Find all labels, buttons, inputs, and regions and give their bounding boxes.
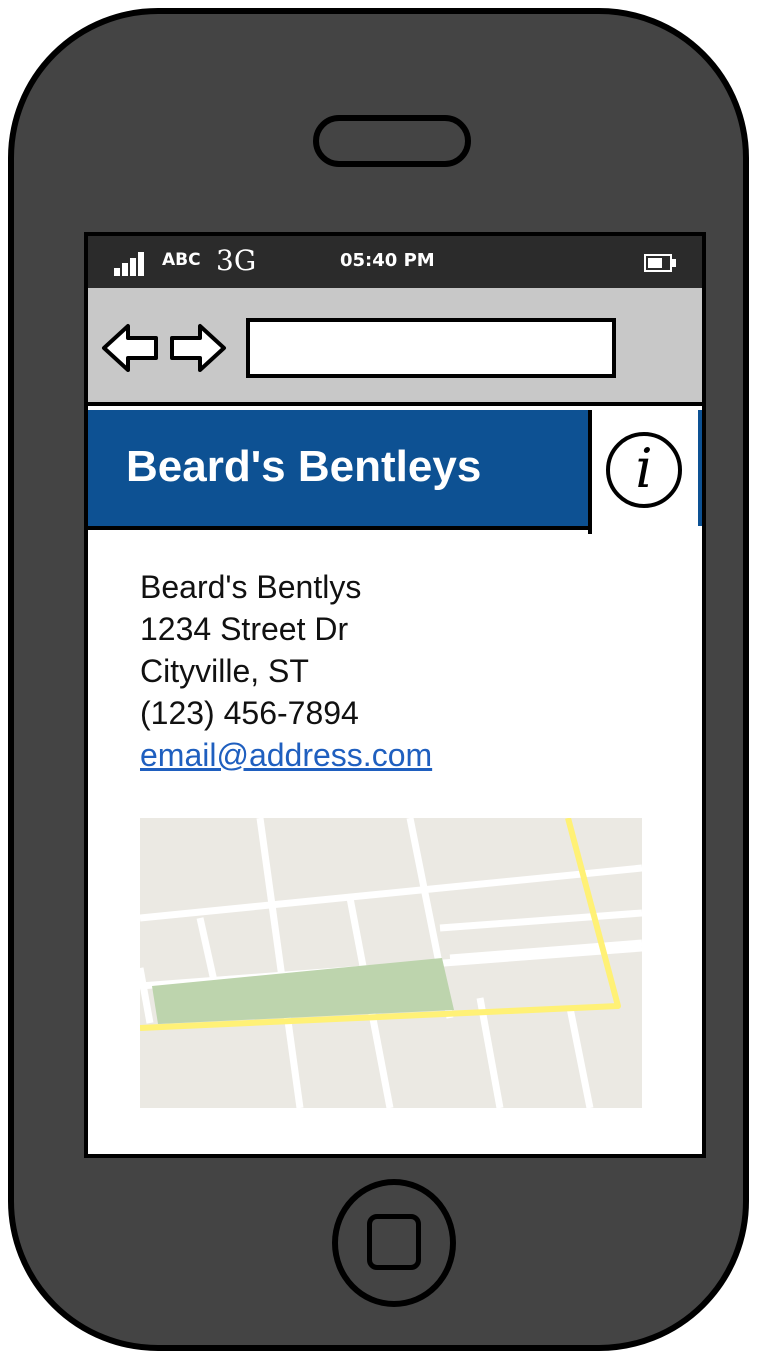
url-input[interactable] [246, 318, 616, 378]
contact-block: Beard's Bentlys 1234 Street Dr Cityville… [140, 566, 432, 776]
back-arrow-icon[interactable] [100, 318, 160, 378]
phone-frame: ABC 3G 05:40 PM Beard's Bentleys i Beard… [8, 8, 749, 1351]
status-clock: 05:40 PM [340, 250, 435, 271]
speaker-slot [313, 115, 471, 167]
battery-icon [644, 254, 672, 272]
city-state: Cityville, ST [140, 653, 309, 689]
browser-toolbar [88, 288, 702, 406]
site-title: Beard's Bentleys [126, 442, 482, 491]
map-image[interactable] [140, 818, 642, 1108]
home-button[interactable] [332, 1179, 456, 1307]
street-address: 1234 Street Dr [140, 611, 349, 647]
signal-icon [114, 252, 152, 276]
site-header: Beard's Bentleys [88, 410, 588, 530]
status-bar: ABC 3G 05:40 PM [88, 236, 702, 288]
info-button[interactable]: i [588, 410, 698, 534]
network-label: 3G [216, 244, 257, 277]
phone-number: (123) 456-7894 [140, 695, 359, 731]
home-square-icon [367, 1214, 421, 1270]
battery-tip [672, 259, 676, 267]
phone-screen: ABC 3G 05:40 PM Beard's Bentleys i Beard… [84, 232, 706, 1158]
email-link[interactable]: email@address.com [140, 737, 432, 773]
info-icon: i [606, 432, 682, 508]
carrier-label: ABC [162, 250, 201, 270]
business-name: Beard's Bentlys [140, 569, 362, 605]
forward-arrow-icon[interactable] [168, 318, 228, 378]
